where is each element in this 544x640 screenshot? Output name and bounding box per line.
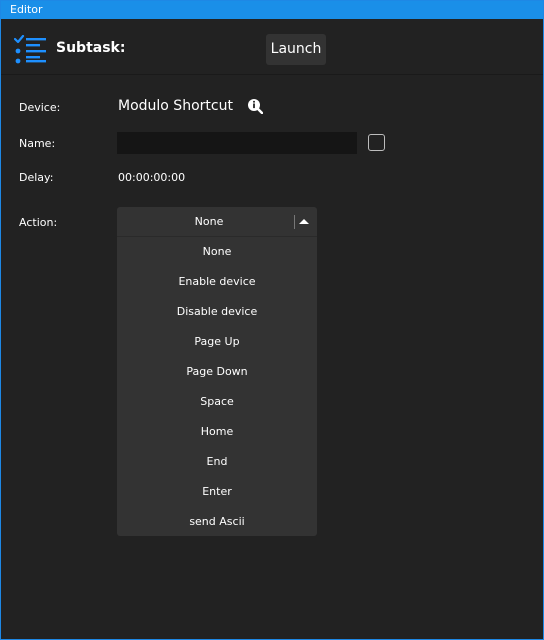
- info-icon[interactable]: [247, 98, 263, 114]
- name-label: Name:: [19, 137, 56, 150]
- subtask-header: Subtask: Launch: [1, 19, 543, 75]
- dropdown-option-disable-device[interactable]: Disable device: [117, 297, 317, 327]
- dropdown-option-home[interactable]: Home: [117, 417, 317, 447]
- action-dropdown-list: None Enable device Disable device Page U…: [117, 236, 317, 536]
- chevron-up-icon[interactable]: [299, 219, 309, 224]
- dropdown-option-end[interactable]: End: [117, 447, 317, 477]
- delay-label: Delay:: [19, 171, 54, 184]
- action-selected-value: None: [194, 215, 224, 228]
- action-select[interactable]: None: [117, 207, 317, 236]
- dropdown-option-send-ascii[interactable]: send Ascii: [117, 507, 317, 537]
- action-label: Action:: [19, 216, 58, 229]
- delay-value[interactable]: 00:00:00:00: [118, 171, 185, 184]
- window-title: Editor: [1, 1, 543, 19]
- dropdown-option-space[interactable]: Space: [117, 387, 317, 417]
- device-label: Device:: [19, 101, 61, 114]
- dropdown-option-enter[interactable]: Enter: [117, 477, 317, 507]
- select-separator: [294, 215, 295, 229]
- editor-window: Editor Subtask: Launch Device: Modulo Sh…: [0, 0, 544, 640]
- task-list-icon: [14, 35, 46, 64]
- dropdown-divider: [117, 236, 317, 237]
- launch-button[interactable]: Launch: [266, 34, 326, 65]
- dropdown-option-enable-device[interactable]: Enable device: [117, 267, 317, 297]
- name-field[interactable]: [117, 132, 357, 154]
- subtask-label: Subtask:: [56, 40, 126, 56]
- name-checkbox[interactable]: [368, 134, 385, 151]
- dropdown-option-page-up[interactable]: Page Up: [117, 327, 317, 357]
- device-value: Modulo Shortcut: [118, 98, 233, 114]
- dropdown-option-page-down[interactable]: Page Down: [117, 357, 317, 387]
- dropdown-option-none[interactable]: None: [117, 237, 317, 267]
